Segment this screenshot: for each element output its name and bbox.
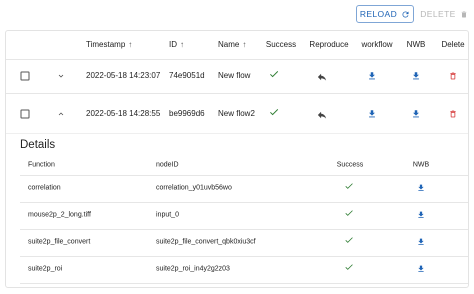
header-name[interactable]: Name ↑ bbox=[218, 40, 246, 50]
row-checkbox[interactable] bbox=[20, 109, 30, 119]
divider bbox=[6, 133, 468, 134]
details-row-function: suite2p_file_convert bbox=[28, 238, 91, 246]
download-nwb-icon[interactable] bbox=[417, 238, 426, 247]
delete-selected-button[interactable]: DELETE bbox=[419, 5, 469, 23]
check-icon bbox=[344, 235, 354, 245]
header-nwb: NWB bbox=[406, 40, 426, 49]
trash-icon bbox=[460, 10, 468, 19]
check-icon bbox=[344, 181, 354, 191]
divider bbox=[6, 93, 468, 94]
row-name: New flow bbox=[218, 71, 251, 80]
details-row-nodeid: suite2p_roi_in4y2g2z03 bbox=[156, 265, 230, 273]
check-icon bbox=[344, 208, 354, 218]
divider bbox=[20, 256, 468, 257]
divider bbox=[20, 283, 468, 284]
reproduce-icon[interactable] bbox=[317, 110, 328, 121]
details-header-nwb: NWB bbox=[412, 161, 430, 169]
chevron-up-icon[interactable] bbox=[57, 110, 66, 119]
row-timestamp: 2022-05-18 14:28:55 bbox=[86, 109, 161, 118]
row-id: be9969d6 bbox=[169, 109, 205, 118]
row-timestamp: 2022-05-18 14:23:07 bbox=[86, 71, 161, 80]
details-header-nodeid: nodeID bbox=[156, 161, 179, 169]
divider bbox=[20, 202, 468, 203]
row-name: New flow2 bbox=[218, 109, 255, 118]
details-title: Details bbox=[20, 139, 56, 151]
header-id[interactable]: ID ↑ bbox=[169, 40, 184, 50]
header-workflow: workflow bbox=[361, 40, 393, 49]
check-icon bbox=[344, 262, 354, 272]
download-nwb-icon[interactable] bbox=[417, 265, 426, 274]
row-id: 74e9051d bbox=[169, 71, 205, 80]
download-nwb-icon[interactable] bbox=[417, 184, 426, 193]
sort-arrow-icon: ↑ bbox=[242, 40, 247, 49]
details-header-function: Function bbox=[28, 161, 55, 169]
reproduce-icon[interactable] bbox=[317, 72, 328, 83]
download-workflow-icon[interactable] bbox=[367, 71, 377, 81]
chevron-down-icon[interactable] bbox=[57, 72, 66, 81]
check-icon bbox=[269, 107, 280, 118]
sort-arrow-icon: ↑ bbox=[180, 40, 184, 49]
workflow-table: Timestamp ↑ ID ↑ Name ↑ Success Reproduce w… bbox=[5, 30, 469, 288]
download-nwb-icon[interactable] bbox=[411, 109, 421, 119]
download-workflow-icon[interactable] bbox=[367, 109, 377, 119]
header-delete: Delete bbox=[441, 40, 465, 49]
details-row-function: mouse2p_2_long.tiff bbox=[28, 211, 91, 219]
details-row-nodeid: suite2p_file_convert_qbk0xiu3cf bbox=[156, 238, 256, 246]
sort-arrow-icon: ↑ bbox=[128, 40, 133, 49]
header-timestamp[interactable]: Timestamp ↑ bbox=[86, 40, 132, 50]
trash-icon[interactable] bbox=[449, 109, 458, 119]
reload-label: RELOAD bbox=[359, 9, 398, 19]
details-row-nodeid: correlation_y01uvb56wo bbox=[156, 184, 232, 192]
download-nwb-icon[interactable] bbox=[417, 211, 426, 220]
reload-button[interactable]: RELOAD bbox=[356, 5, 414, 23]
divider bbox=[6, 59, 468, 60]
details-row-nodeid: input_0 bbox=[156, 211, 179, 219]
trash-icon[interactable] bbox=[449, 71, 458, 81]
divider bbox=[20, 175, 468, 176]
header-success: Success bbox=[265, 40, 297, 49]
header-reproduce: Reproduce bbox=[309, 40, 349, 49]
delete-label: DELETE bbox=[420, 9, 456, 19]
refresh-icon bbox=[401, 10, 410, 19]
details-row-function: correlation bbox=[28, 184, 61, 192]
divider bbox=[20, 229, 468, 230]
download-nwb-icon[interactable] bbox=[411, 71, 421, 81]
details-header-success: Success bbox=[336, 161, 364, 169]
details-row-function: suite2p_roi bbox=[28, 265, 63, 273]
check-icon bbox=[269, 69, 280, 80]
row-checkbox[interactable] bbox=[20, 71, 30, 81]
